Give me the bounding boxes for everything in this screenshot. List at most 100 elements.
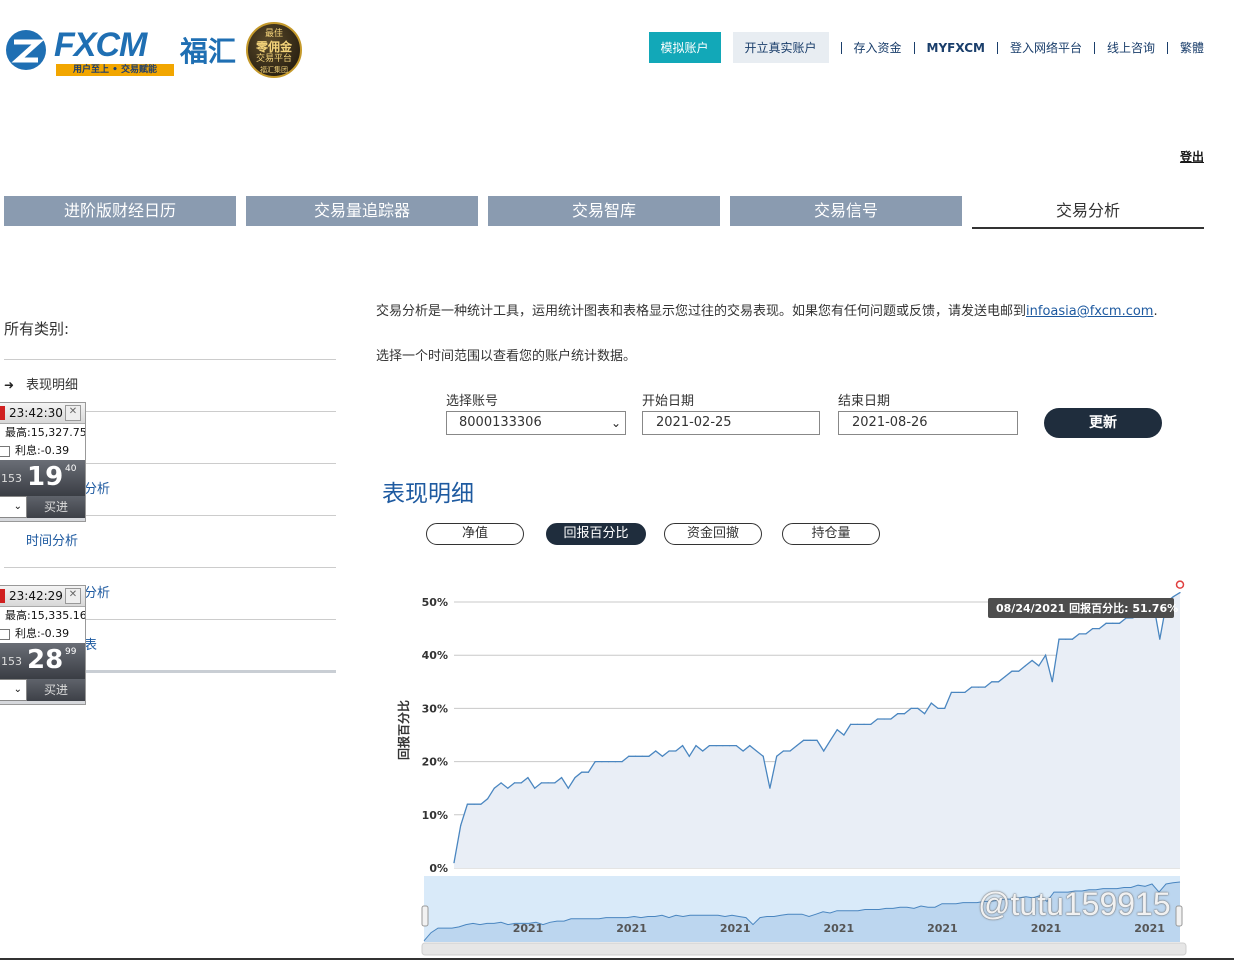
data-point — [587, 771, 590, 773]
intro-tail: . — [1153, 304, 1158, 319]
widget-checkbox[interactable] — [0, 446, 10, 457]
nav-link-traditional-chinese[interactable]: 繁體 — [1166, 41, 1204, 54]
nav-link-live-chat[interactable]: 线上咨询 — [1093, 41, 1167, 54]
logout-link[interactable]: 登出 — [1180, 148, 1204, 165]
data-point — [520, 782, 522, 784]
data-point — [977, 686, 979, 688]
data-point — [782, 750, 784, 752]
widget-price[interactable]: 153 28 99 — [0, 643, 85, 679]
widget-price[interactable]: 153 19 40 — [0, 460, 85, 496]
widget-header[interactable]: 23:42:29 ✕ — [0, 586, 85, 607]
account-value: 8000133306 — [459, 415, 542, 430]
date-range-hint: 选择一个时间范围以查看您的账户统计数据。 — [376, 349, 637, 364]
data-point — [661, 755, 663, 757]
tool-tabs: 进阶版财经日历 交易量追踪器 交易智库 交易信号 交易分析 — [4, 196, 1204, 229]
y-tick-label: 20% — [422, 756, 448, 769]
y-axis-label: 回报百分比 — [396, 700, 411, 760]
nav-link-deposit[interactable]: 存入资金 — [840, 41, 914, 54]
widget-price-sup: 40 — [65, 464, 77, 474]
tab-trading-analytics[interactable]: 交易分析 — [972, 196, 1204, 229]
data-point — [621, 761, 623, 763]
data-point — [594, 761, 596, 763]
end-date-input[interactable]: 2021-08-26 — [838, 411, 1018, 435]
data-point — [574, 776, 576, 779]
data-point — [856, 723, 858, 725]
data-point — [1078, 633, 1080, 635]
data-point — [809, 739, 811, 741]
data-point — [681, 745, 684, 747]
start-date-input[interactable]: 2021-02-25 — [642, 411, 820, 435]
nav-link-myfxcm[interactable]: MYFXCM — [913, 41, 997, 54]
watermark: @tutu159915 — [978, 886, 1171, 922]
chevron-down-icon[interactable]: ⌄ — [0, 496, 27, 518]
widget-price-sup: 99 — [65, 647, 77, 657]
data-point — [796, 745, 798, 747]
data-point — [567, 787, 569, 789]
sidebar-item-time-analysis[interactable]: 时间分析 — [4, 516, 336, 568]
buy-button[interactable]: 买进 — [27, 679, 85, 701]
pill-return-percent[interactable]: 回报百分比 — [546, 523, 646, 545]
end-date-label: 结束日期 — [838, 394, 891, 409]
data-point — [863, 723, 865, 725]
tab-volume-tracker[interactable]: 交易量追踪器 — [246, 196, 478, 226]
chevron-down-icon: ⌄ — [610, 416, 621, 430]
data-point — [628, 755, 630, 757]
data-point — [829, 739, 832, 741]
data-point — [1085, 633, 1087, 635]
widget-color-marker — [0, 589, 5, 603]
tab-trading-signals[interactable]: 交易信号 — [730, 196, 962, 226]
tab-economic-calendar[interactable]: 进阶版财经日历 — [4, 196, 236, 226]
live-account-button[interactable]: 开立真实账户 — [732, 32, 829, 63]
demo-account-button[interactable]: 模拟账户 — [648, 32, 721, 63]
buy-button[interactable]: 买进 — [27, 496, 85, 518]
navigator-left-handle[interactable] — [421, 905, 429, 927]
data-point — [1098, 628, 1100, 630]
data-point — [1038, 665, 1040, 667]
top-navigation: 模拟账户 开立真实账户 存入资金 MYFXCM 登入网络平台 线上咨询 繁體 — [648, 32, 1204, 63]
data-point — [890, 718, 892, 720]
y-tick-label: 40% — [422, 649, 448, 662]
data-point — [473, 803, 475, 805]
pill-position-size[interactable]: 持仓量 — [782, 523, 880, 545]
widget-checkbox[interactable] — [0, 629, 10, 640]
update-button[interactable]: 更新 — [1044, 408, 1162, 438]
data-point — [823, 750, 825, 752]
logo-cn-text: 福汇 — [180, 35, 237, 68]
close-icon[interactable]: ✕ — [65, 405, 81, 421]
tooltip-text: 08/24/2021 回报百分比: 51.76% — [996, 601, 1178, 615]
data-point — [789, 750, 791, 752]
sidebar-item-label: 表现明细 — [26, 378, 79, 393]
data-point — [769, 787, 771, 789]
account-select[interactable]: 8000133306 ⌄ — [446, 411, 626, 435]
data-point — [554, 782, 556, 784]
account-label: 选择账号 — [446, 394, 499, 409]
price-widget[interactable]: 23:42:29 ✕ 最高:15,335.16 利息:-0.39 153 28 … — [0, 585, 86, 705]
data-point — [641, 755, 643, 757]
data-point — [507, 787, 509, 789]
close-icon[interactable]: ✕ — [65, 588, 81, 604]
data-point — [802, 739, 805, 741]
data-point — [608, 761, 610, 763]
navigator-right-handle[interactable] — [1175, 905, 1183, 927]
data-point — [917, 707, 919, 709]
fxcm-logo[interactable]: FXCM 福汇 用户至上 • 交易赋能 最佳 零佣金 交易平台 福汇集团 — [4, 22, 304, 82]
data-point — [655, 750, 657, 752]
tab-trading-insights[interactable]: 交易智库 — [488, 196, 720, 226]
data-point — [1105, 622, 1107, 624]
widget-interest: 利息:-0.39 — [15, 627, 70, 640]
chevron-down-icon[interactable]: ⌄ — [0, 679, 27, 701]
widget-header[interactable]: 23:42:30 ✕ — [0, 403, 85, 424]
chart-scrollbar[interactable] — [421, 942, 1187, 956]
data-point — [957, 691, 959, 694]
nav-link-web-platform[interactable]: 登入网络平台 — [996, 41, 1094, 54]
pill-drawdown[interactable]: 资金回撤 — [664, 523, 762, 545]
data-point — [1051, 681, 1053, 683]
pill-equity[interactable]: 净值 — [426, 523, 524, 545]
data-point — [923, 713, 926, 715]
data-point — [930, 702, 932, 704]
email-link[interactable]: infoasia@fxcm.com — [1026, 304, 1153, 319]
start-date-field: 开始日期 2021-02-25 — [642, 390, 820, 435]
data-point — [527, 776, 529, 779]
price-widget[interactable]: 23:42:30 ✕ 最高:15,327.75 利息:-0.39 153 19 … — [0, 402, 86, 522]
data-point — [614, 761, 616, 763]
